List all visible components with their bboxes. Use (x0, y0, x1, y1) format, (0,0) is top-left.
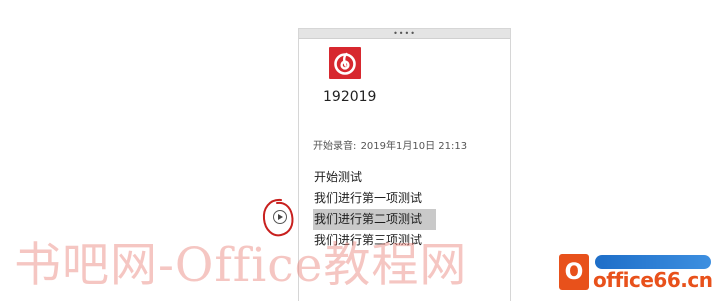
transcript-line-2[interactable]: 我们进行第一项测试 (313, 188, 505, 209)
site-logo: O office66.cn (553, 252, 720, 301)
recording-start-info: 开始录音: 2019年1月10日 21:13 (313, 137, 467, 152)
watermark-text: 书吧网-Office教程网 (14, 238, 468, 293)
office-logo-icon: O (559, 254, 589, 290)
panel-drag-handle[interactable]: •••• (299, 29, 510, 39)
app-name-label: 192019 (323, 89, 377, 105)
play-icon[interactable] (273, 210, 287, 224)
netease-music-icon (329, 47, 361, 79)
transcript-line-1[interactable]: 开始测试 (313, 167, 505, 188)
site-logo-text: office66.cn (593, 268, 713, 292)
drag-dots-icon: •••• (393, 28, 416, 38)
recording-start-datetime: 2019年1月10日 21:13 (360, 141, 468, 152)
logo-banner (595, 255, 711, 269)
recording-start-label: 开始录音: (313, 141, 357, 152)
